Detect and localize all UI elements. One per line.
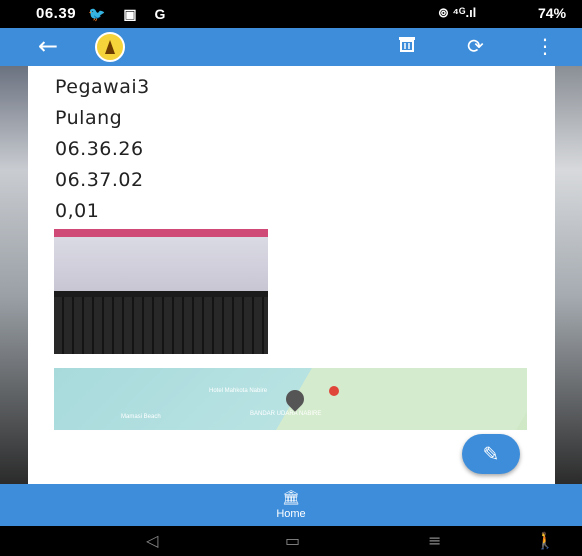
home-rect-icon[interactable]: ▭ bbox=[285, 531, 300, 550]
battery-level: 74% bbox=[538, 5, 567, 21]
delete-icon[interactable] bbox=[397, 34, 417, 59]
more-vert-icon[interactable]: ⋮ bbox=[535, 34, 555, 58]
recents-lines-icon[interactable]: ≡ bbox=[428, 531, 441, 550]
back-arrow-icon[interactable]: ← bbox=[38, 32, 58, 60]
status-bar: 06.39 🐦 ▣ G ⊚ ⁴ᴳ.ıl 74% bbox=[0, 0, 582, 28]
distance-value: 0,01 bbox=[55, 200, 100, 222]
location-map[interactable]: Hotel Mahkota Nabire Mamasi Beach BANDAR… bbox=[54, 368, 527, 430]
map-label-beach: Mamasi Beach bbox=[121, 414, 161, 420]
app-bar: ← ⟳ ⋮ bbox=[0, 28, 582, 66]
back-triangle-icon[interactable]: ◁ bbox=[146, 531, 158, 550]
bottom-navigation: 🏛 Home bbox=[0, 484, 582, 526]
map-label-hotel: Hotel Mahkota Nabire bbox=[209, 388, 268, 394]
institution-logo bbox=[95, 32, 125, 62]
attendance-photo[interactable] bbox=[54, 229, 268, 354]
calendar-icon: ▣ bbox=[123, 6, 137, 22]
time-out: 06.37.02 bbox=[55, 169, 144, 191]
background-photo-left bbox=[0, 66, 28, 484]
nav-home-label[interactable]: Home bbox=[0, 508, 582, 520]
hotel-pin-icon bbox=[329, 386, 339, 396]
map-label-airport: BANDAR UDARA NABIRE bbox=[250, 411, 322, 417]
employee-name: Pegawai3 bbox=[55, 76, 150, 98]
system-navigation-bar: ◁ ▭ ≡ 🚶 bbox=[0, 526, 582, 556]
edit-fab-button[interactable]: ✎ bbox=[462, 434, 520, 474]
refresh-icon[interactable]: ⟳ bbox=[467, 34, 484, 58]
edit-icon: ✎ bbox=[482, 442, 500, 466]
signal-indicator: ⊚ ⁴ᴳ.ıl bbox=[438, 5, 477, 20]
time-in: 06.36.26 bbox=[55, 138, 144, 160]
background-photo-right bbox=[555, 66, 582, 484]
attendance-detail-card: Pegawai3 Pulang 06.36.26 06.37.02 0,01 H… bbox=[28, 66, 555, 484]
status-time: 06.39 bbox=[36, 5, 77, 22]
accessibility-icon[interactable]: 🚶 bbox=[535, 531, 555, 550]
twitter-icon: 🐦 bbox=[88, 6, 106, 22]
attendance-type: Pulang bbox=[55, 107, 123, 129]
google-icon: G bbox=[154, 6, 166, 22]
bank-icon[interactable]: 🏛 bbox=[282, 490, 300, 506]
notification-icons: 🐦 ▣ G bbox=[88, 6, 179, 23]
